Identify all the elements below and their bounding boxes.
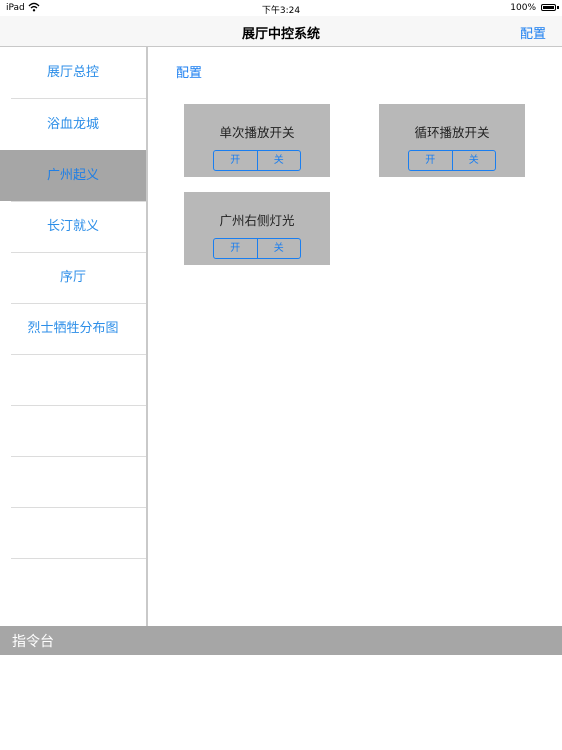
page-title: 展厅中控系统 [241,27,320,42]
navigation-bar: 展厅中控系统 配置 [0,16,562,47]
sidebar-item-yuxue-longcheng[interactable]: 浴血龙城 [0,99,146,150]
config-button[interactable]: 配置 [520,23,546,42]
card-title: 单次播放开关 [219,125,295,140]
on-off-segmented-control: 开 关 [408,150,496,171]
sidebar-item-hall-master[interactable]: 展厅总控 [0,47,146,98]
sidebar-item-martyr-map[interactable]: 烈士牺牲分布图 [0,303,146,354]
card-title: 广州右侧灯光 [219,213,295,228]
control-card-right-light: 广州右侧灯光 开 关 [184,192,330,265]
off-button[interactable]: 关 [256,151,301,170]
sidebar-divider [11,405,146,406]
control-card-loop-play: 循环播放开关 开 关 [379,104,525,177]
sidebar-item-changting[interactable]: 长汀就义 [0,201,146,252]
battery-icon [541,4,556,11]
sidebar-divider [11,507,146,508]
control-card-single-play: 单次播放开关 开 关 [184,104,330,177]
console-output [0,655,562,750]
clock: 下午3:24 [261,6,301,16]
sidebar-divider [11,456,146,457]
status-bar: iPad 下午3:24 100% [0,0,562,16]
on-button[interactable]: 开 [214,239,257,258]
sidebar-separator [146,47,148,626]
on-button[interactable]: 开 [214,151,257,170]
sidebar-divider [11,354,146,355]
main-config-link[interactable]: 配置 [176,62,202,81]
sidebar: 展厅总控 浴血龙城 广州起义 长汀就义 序厅 烈士牺牲分布图 [0,47,146,626]
off-button[interactable]: 关 [256,239,301,258]
console-label: 指令台 [12,634,54,650]
on-button[interactable]: 开 [409,151,452,170]
sidebar-item-guangzhou-uprising[interactable]: 广州起义 [0,150,146,201]
battery-tip-icon [557,6,559,9]
card-title: 循环播放开关 [414,125,490,140]
sidebar-divider [11,558,146,559]
console-header: 指令台 [0,626,562,655]
off-button[interactable]: 关 [451,151,496,170]
battery-percent: 100% [510,3,536,13]
on-off-segmented-control: 开 关 [213,238,301,259]
sidebar-item-prelude-hall[interactable]: 序厅 [0,252,146,303]
on-off-segmented-control: 开 关 [213,150,301,171]
